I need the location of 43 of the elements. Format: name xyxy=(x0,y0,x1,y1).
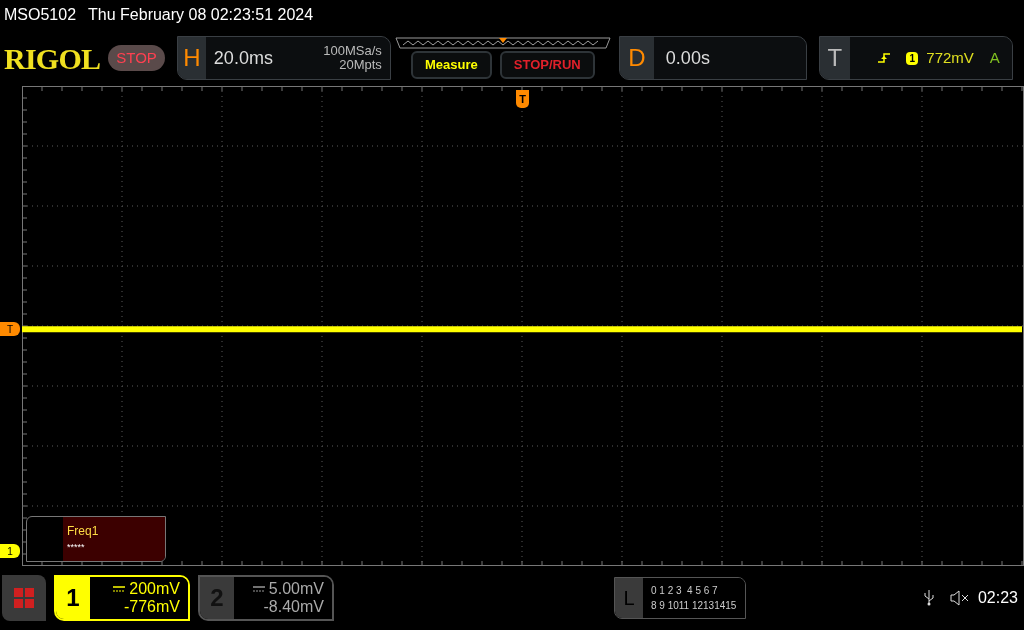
vertical-scale: 200mV xyxy=(129,580,180,598)
measurement-value: ***** xyxy=(67,541,86,554)
trigger-level: 772mV xyxy=(926,47,974,68)
dc-coupling-icon xyxy=(113,586,126,592)
panel-label: H xyxy=(177,37,206,79)
delay-panel[interactable]: D 0.00s xyxy=(618,36,807,80)
stop-run-button[interactable]: STOP/RUN xyxy=(499,51,595,79)
trigger-mode: A xyxy=(989,47,1000,68)
trigger-level-marker: T xyxy=(0,322,20,336)
measurement-name: Freq1 xyxy=(67,523,100,539)
channel-offset-marker: 1 xyxy=(0,544,20,558)
trigger-position-marker: T xyxy=(516,90,529,108)
channel-panel[interactable]: 1 200mV -776mV xyxy=(54,575,190,621)
run-state-badge: STOP xyxy=(108,44,165,72)
usb-icon xyxy=(923,590,934,606)
vertical-offset: -776mV xyxy=(123,598,180,616)
measure-button[interactable]: Measure xyxy=(411,51,492,79)
muted-speaker-icon xyxy=(949,590,970,606)
delay-value: 0.00s xyxy=(653,37,806,79)
logic-channel-numbers: 0 1 2 3 4 5 6 7 xyxy=(650,584,719,598)
logo: RIGOL xyxy=(4,40,101,77)
trigger-panel[interactable]: T 1 772mV A xyxy=(818,36,1013,80)
channel-number: 1 xyxy=(56,577,90,619)
memory-depth: 20Mpts xyxy=(339,58,382,72)
sample-rate: 100MSa/s xyxy=(323,44,382,58)
dc-coupling-icon xyxy=(252,586,265,592)
logic-channel-numbers: 8 9 1011 12131415 xyxy=(650,599,738,613)
timebase-value: 20.0ms xyxy=(213,46,273,70)
logic-panel[interactable]: L 0 1 2 3 4 5 6 7 8 9 1011 12131415 xyxy=(613,577,746,619)
trigger-source-badge: 1 xyxy=(906,51,919,65)
grid-icon xyxy=(14,588,34,608)
vertical-offset: -8.40mV xyxy=(263,598,324,616)
panel-label: L xyxy=(614,578,643,618)
clock: 02:23 xyxy=(977,588,1018,608)
vertical-scale: 5.00mV xyxy=(268,580,324,598)
panel-label: D xyxy=(619,37,654,79)
date-time: Thu February 08 02:23:51 2024 xyxy=(88,5,314,25)
rising-edge-icon xyxy=(878,52,891,64)
menu-button[interactable] xyxy=(2,575,46,621)
panel-label: T xyxy=(819,37,850,79)
horizontal-panel[interactable]: H 20.0ms 100MSa/s 20Mpts xyxy=(176,36,391,80)
measurement-panel[interactable]: Freq1 ***** xyxy=(26,516,166,562)
model-name: MSO5102 xyxy=(4,5,77,25)
